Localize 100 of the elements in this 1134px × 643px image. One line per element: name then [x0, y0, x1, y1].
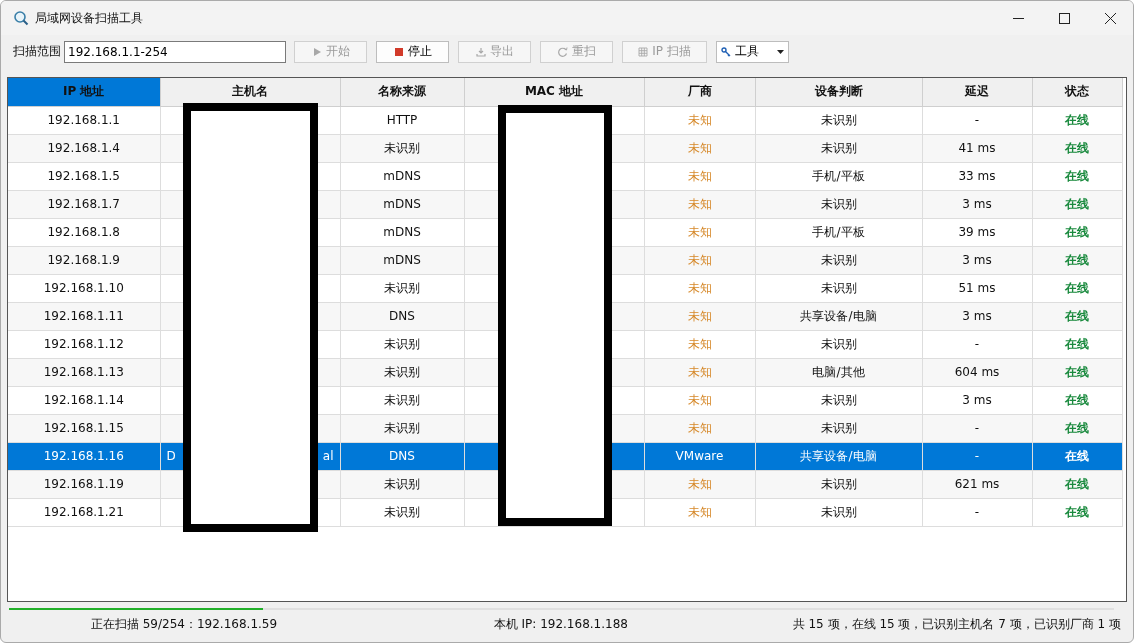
table-cell: 共享设备/电脑 — [755, 302, 922, 331]
table-cell: 未识别 — [755, 414, 922, 443]
table-cell: 192.168.1.14 — [8, 386, 160, 415]
stop-icon — [393, 46, 404, 57]
table-cell: 未知 — [644, 190, 755, 219]
table-cell: 在线 — [1032, 246, 1122, 275]
table-cell: 33 ms — [922, 162, 1032, 191]
table-cell: 3 ms — [922, 246, 1032, 275]
table-cell: 未识别 — [755, 498, 922, 527]
table-cell: 192.168.1.12 — [8, 330, 160, 359]
table-cell: 未知 — [644, 106, 755, 135]
scan-status: 正在扫描 59/254：192.168.1.59 — [89, 615, 279, 633]
table-cell: DNS — [340, 302, 464, 331]
column-header[interactable]: 状态 — [1032, 77, 1122, 107]
table-cell: 未知 — [644, 414, 755, 443]
table-cell: 192.168.1.19 — [8, 470, 160, 499]
table-cell: 未识别 — [340, 386, 464, 415]
table-cell: 3 ms — [922, 302, 1032, 331]
table-cell: 未知 — [644, 134, 755, 163]
refresh-icon — [557, 46, 568, 57]
tools-menu-button[interactable]: 工具 — [716, 40, 789, 63]
table-cell: 192.168.1.11 — [8, 302, 160, 331]
maximize-icon[interactable] — [1058, 12, 1070, 24]
table-cell: - — [922, 106, 1032, 135]
table-cell: 未识别 — [755, 190, 922, 219]
table-cell: 在线 — [1032, 106, 1122, 135]
table-cell: 192.168.1.4 — [8, 134, 160, 163]
table-cell: 51 ms — [922, 274, 1032, 303]
column-header[interactable]: 设备判断 — [755, 77, 922, 107]
column-header[interactable]: IP 地址 — [8, 77, 160, 107]
table-cell: 未知 — [644, 162, 755, 191]
table-cell: 192.168.1.21 — [8, 498, 160, 527]
table-cell: 192.168.1.10 — [8, 274, 160, 303]
range-input[interactable]: 192.168.1.1-254 — [64, 40, 286, 63]
table-cell: HTTP — [340, 106, 464, 135]
table-cell: 未识别 — [755, 386, 922, 415]
toolbar-button[interactable]: 停止 — [376, 40, 449, 63]
table-cell: 在线 — [1032, 162, 1122, 191]
table-cell: 未知 — [644, 358, 755, 387]
table-cell: 未识别 — [340, 134, 464, 163]
table-cell: 192.168.1.9 — [8, 246, 160, 275]
table-cell: 在线 — [1032, 302, 1122, 331]
table-cell: mDNS — [340, 218, 464, 247]
table-cell: 电脑/其他 — [755, 358, 922, 387]
table-cell: 192.168.1.1 — [8, 106, 160, 135]
table-cell: 在线 — [1032, 470, 1122, 499]
table-cell: 共享设备/电脑 — [755, 442, 922, 471]
column-header[interactable]: 厂商 — [644, 77, 755, 107]
caret-icon — [777, 49, 784, 54]
table-cell: 未识别 — [340, 414, 464, 443]
close-icon[interactable] — [1104, 12, 1116, 24]
table-cell: 在线 — [1032, 442, 1122, 471]
table-cell: 未知 — [644, 302, 755, 331]
table-cell: 在线 — [1032, 274, 1122, 303]
range-label: 扫描范围 — [13, 43, 61, 61]
table-cell: 192.168.1.15 — [8, 414, 160, 443]
table-cell: 未知 — [644, 498, 755, 527]
table-cell: 39 ms — [922, 218, 1032, 247]
table-cell: 192.168.1.5 — [8, 162, 160, 191]
table-cell: 未识别 — [755, 330, 922, 359]
column-header[interactable]: 名称来源 — [340, 77, 464, 107]
table-cell: DNS — [340, 442, 464, 471]
table-cell: - — [922, 330, 1032, 359]
table-cell: 在线 — [1032, 498, 1122, 527]
column-header[interactable]: 延迟 — [922, 77, 1032, 107]
table-cell: 192.168.1.16 — [8, 442, 160, 471]
table-cell: 手机/平板 — [755, 162, 922, 191]
table-cell: 未知 — [644, 274, 755, 303]
table-cell: 手机/平板 — [755, 218, 922, 247]
table-cell: 192.168.1.8 — [8, 218, 160, 247]
hostname-fragment: D — [166, 449, 176, 464]
table-cell: 在线 — [1032, 190, 1122, 219]
table-cell: - — [922, 498, 1032, 527]
table-cell: 未知 — [644, 470, 755, 499]
local-ip: 本机 IP: 192.168.1.188 — [492, 615, 629, 633]
table-cell: 192.168.1.7 — [8, 190, 160, 219]
hostname-fragment: al — [322, 449, 334, 464]
table-cell: 3 ms — [922, 190, 1032, 219]
table-cell: 未识别 — [340, 498, 464, 527]
table-cell: 未识别 — [340, 274, 464, 303]
table-cell: 621 ms — [922, 470, 1032, 499]
table-cell: 未识别 — [755, 470, 922, 499]
table-cell: mDNS — [340, 246, 464, 275]
table-cell: 未知 — [644, 246, 755, 275]
magnifier-icon — [13, 10, 29, 26]
export-icon — [475, 46, 486, 57]
table-cell: 未识别 — [755, 106, 922, 135]
column-header[interactable]: MAC 地址 — [464, 77, 644, 107]
table-cell: VMware — [644, 442, 755, 471]
table-cell: 未识别 — [340, 330, 464, 359]
table-cell: 未知 — [644, 386, 755, 415]
table-cell: 在线 — [1032, 330, 1122, 359]
table-cell: 在线 — [1032, 358, 1122, 387]
table-cell: 192.168.1.13 — [8, 358, 160, 387]
table-cell: 未识别 — [340, 470, 464, 499]
window-title: 局域网设备扫描工具 — [35, 9, 144, 27]
table-cell: 在线 — [1032, 386, 1122, 415]
table-cell: 未知 — [644, 218, 755, 247]
table-cell: 3 ms — [922, 386, 1032, 415]
table-cell: 未识别 — [755, 134, 922, 163]
